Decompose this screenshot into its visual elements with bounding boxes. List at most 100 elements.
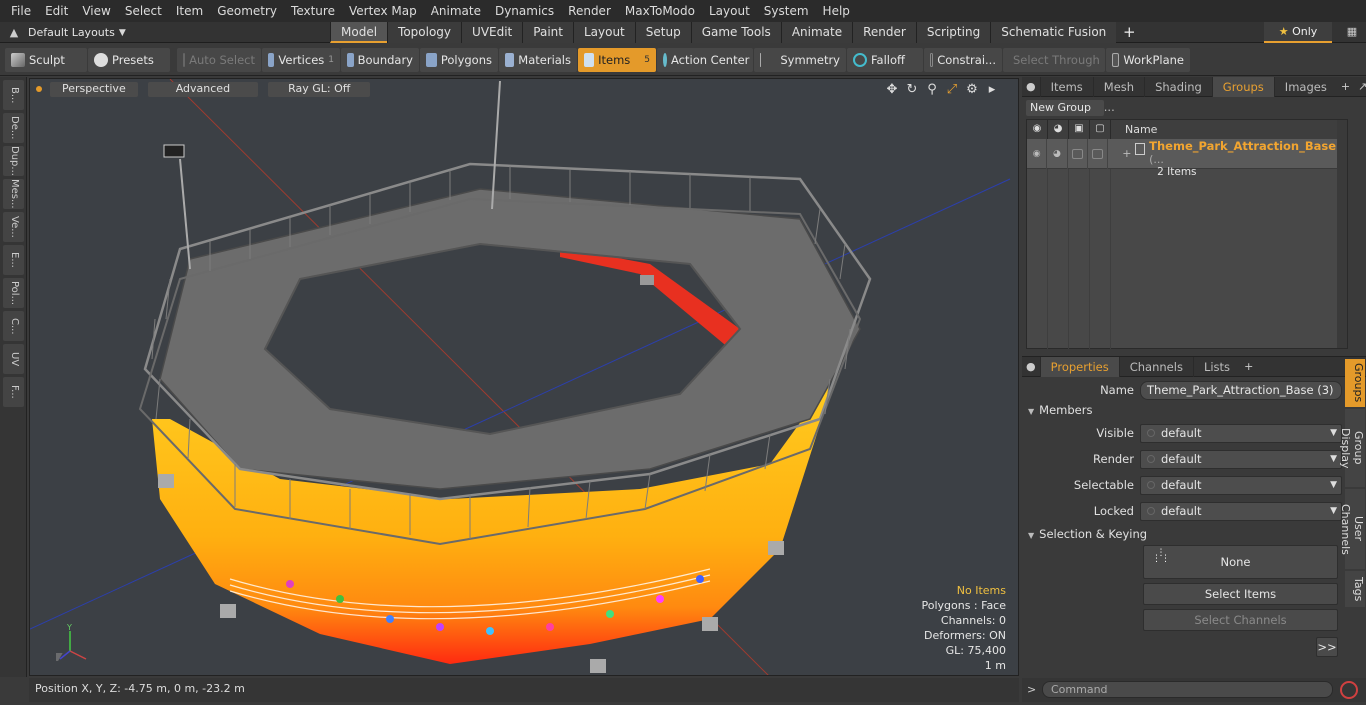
side-tab-tags[interactable]: Tags <box>1345 571 1365 607</box>
fit-icon[interactable]: ⤢ <box>942 82 962 97</box>
tab-mesh[interactable]: Mesh ... <box>1092 76 1144 114</box>
sculpt-button[interactable]: Sculpt <box>5 47 87 72</box>
row-select-toggle[interactable] <box>1068 139 1088 169</box>
menu-render[interactable]: Render <box>561 4 618 18</box>
tab-properties[interactable]: Properties <box>1039 356 1119 377</box>
props-options-icon[interactable]: ● <box>1022 360 1040 373</box>
more-button[interactable]: >> <box>1316 637 1338 657</box>
tab-channels[interactable]: Channels <box>1118 356 1193 377</box>
menu-help[interactable]: Help <box>816 4 857 18</box>
falloff-button[interactable]: Falloff <box>847 47 923 72</box>
add-tab-button[interactable]: + <box>1116 22 1142 43</box>
menu-vertex-map[interactable]: Vertex Map <box>342 4 424 18</box>
menu-system[interactable]: System <box>757 4 816 18</box>
command-input[interactable]: Command <box>1042 681 1333 698</box>
items-button[interactable]: Items 5 <box>578 47 656 72</box>
add-props-tab-button[interactable]: + <box>1240 360 1257 373</box>
gear-icon[interactable]: ⚙ <box>962 82 982 97</box>
window-menu-icon[interactable]: ▦ <box>1342 22 1362 43</box>
menu-maxtomodo[interactable]: MaxToModo <box>618 4 702 18</box>
add-panel-tab-button[interactable]: + <box>1337 80 1354 93</box>
groups-scrollbar[interactable] <box>1337 120 1347 348</box>
left-tab-duplicate[interactable]: Dup... <box>3 146 24 176</box>
menu-file[interactable]: File <box>4 4 38 18</box>
left-tab-deform[interactable]: De... <box>3 113 24 143</box>
tab-items[interactable]: Items <box>1039 76 1093 97</box>
left-tab-fusion[interactable]: F... <box>3 377 24 407</box>
row-eye-icon[interactable]: ◉ <box>1027 139 1048 169</box>
viewport-options-icon[interactable] <box>36 86 42 92</box>
tab-images[interactable]: Images <box>1273 76 1337 97</box>
tab-setup[interactable]: Setup <box>634 22 691 43</box>
select-channels-button[interactable]: Select Channels <box>1143 609 1338 631</box>
side-tab-user-channels[interactable]: User Channels <box>1339 489 1365 569</box>
pan-icon[interactable]: ✥ <box>882 82 902 97</box>
boundary-button[interactable]: Boundary <box>341 47 419 72</box>
visibility-eye-icon[interactable]: ◉ <box>1027 120 1048 139</box>
selection-keying-section[interactable]: ▼ Selection & Keying <box>1028 525 1338 543</box>
side-tab-groups[interactable]: Groups <box>1345 359 1365 407</box>
menu-animate[interactable]: Animate <box>424 4 488 18</box>
record-icon[interactable] <box>1340 681 1358 699</box>
auto-select-button[interactable]: Auto Select <box>177 47 261 72</box>
row-lock-toggle[interactable] <box>1088 139 1109 169</box>
left-tab-uv[interactable]: UV <box>3 344 24 374</box>
render-icon[interactable]: ◕ <box>1048 120 1069 139</box>
menu-dynamics[interactable]: Dynamics <box>488 4 561 18</box>
constraints-button[interactable]: Constrai... <box>924 47 1002 72</box>
symmetry-button[interactable]: Symmetry <box>754 47 846 72</box>
tab-groups[interactable]: Groups <box>1211 76 1274 97</box>
raygl-button[interactable]: Ray GL: Off <box>268 81 371 97</box>
left-tab-polygon[interactable]: Pol... <box>3 278 24 308</box>
menu-layout[interactable]: Layout <box>702 4 757 18</box>
row-render-icon[interactable]: ◕ <box>1047 139 1068 169</box>
select-items-button[interactable]: Select Items <box>1143 583 1338 605</box>
left-tab-curve[interactable]: C... <box>3 311 24 341</box>
only-button[interactable]: ★ Only <box>1264 22 1332 43</box>
tab-schematic-fusion[interactable]: Schematic Fusion <box>990 22 1117 43</box>
play-arrow-icon[interactable]: ▸ <box>982 82 1002 97</box>
tab-lists[interactable]: Lists <box>1192 356 1240 377</box>
menu-view[interactable]: View <box>75 4 117 18</box>
tab-animate[interactable]: Animate <box>780 22 853 43</box>
left-tab-vertex[interactable]: Ve... <box>3 212 24 242</box>
expand-icon[interactable]: ↗ <box>1354 80 1366 93</box>
perspective-button[interactable]: Perspective <box>50 81 138 97</box>
tab-paint[interactable]: Paint <box>522 22 573 43</box>
tab-shading[interactable]: Shading <box>1144 76 1212 97</box>
locked-dropdown[interactable]: default ▼ <box>1140 501 1342 521</box>
expand-plus-icon[interactable]: + <box>1122 147 1131 160</box>
tab-topology[interactable]: Topology <box>387 22 462 43</box>
tab-model[interactable]: Model <box>330 22 388 43</box>
tab-uvedit[interactable]: UVEdit <box>461 22 523 43</box>
group-row[interactable]: ◉ ◕ + Theme_Park_Attraction_Base (... 2 … <box>1027 139 1347 178</box>
zoom-icon[interactable]: ⚲ <box>922 82 942 97</box>
action-center-button[interactable]: Action Center <box>657 47 753 72</box>
select-icon[interactable]: ▣ <box>1069 120 1090 139</box>
members-section[interactable]: ▼ Members <box>1028 401 1338 419</box>
tab-render[interactable]: Render <box>852 22 916 43</box>
tab-game-tools[interactable]: Game Tools <box>690 22 781 43</box>
selectable-dropdown[interactable]: default ▼ <box>1140 475 1342 495</box>
lock-icon[interactable]: ▢ <box>1090 120 1111 139</box>
advanced-button[interactable]: Advanced <box>147 81 259 97</box>
workplane-button[interactable]: WorkPlane <box>1106 47 1190 72</box>
polygons-button[interactable]: Polygons <box>420 47 498 72</box>
menu-geometry[interactable]: Geometry <box>210 4 284 18</box>
left-tab-edge[interactable]: E... <box>3 245 24 275</box>
rotate-icon[interactable]: ↻ <box>902 82 922 97</box>
group-name-field[interactable]: Theme_Park_Attraction_Base (3) <box>1140 380 1342 400</box>
presets-button[interactable]: Presets <box>88 47 170 72</box>
none-keying-button[interactable]: ⋮ ⋮⋮ None <box>1143 545 1338 579</box>
tab-scripting[interactable]: Scripting <box>915 22 991 43</box>
collapse-arrow-icon[interactable]: ▲ <box>0 26 28 39</box>
side-tab-group-display[interactable]: Group Display <box>1339 409 1365 487</box>
tab-layout[interactable]: Layout <box>572 22 635 43</box>
visible-dropdown[interactable]: default ▼ <box>1140 423 1342 443</box>
render-dropdown[interactable]: default ▼ <box>1140 449 1342 469</box>
menu-select[interactable]: Select <box>118 4 169 18</box>
materials-button[interactable]: Materials <box>499 47 577 72</box>
left-tab-mesh-edit[interactable]: Mes... <box>3 179 24 209</box>
select-through-button[interactable]: Select Through <box>1003 47 1105 72</box>
new-group-button[interactable]: New Group <box>1026 100 1104 116</box>
